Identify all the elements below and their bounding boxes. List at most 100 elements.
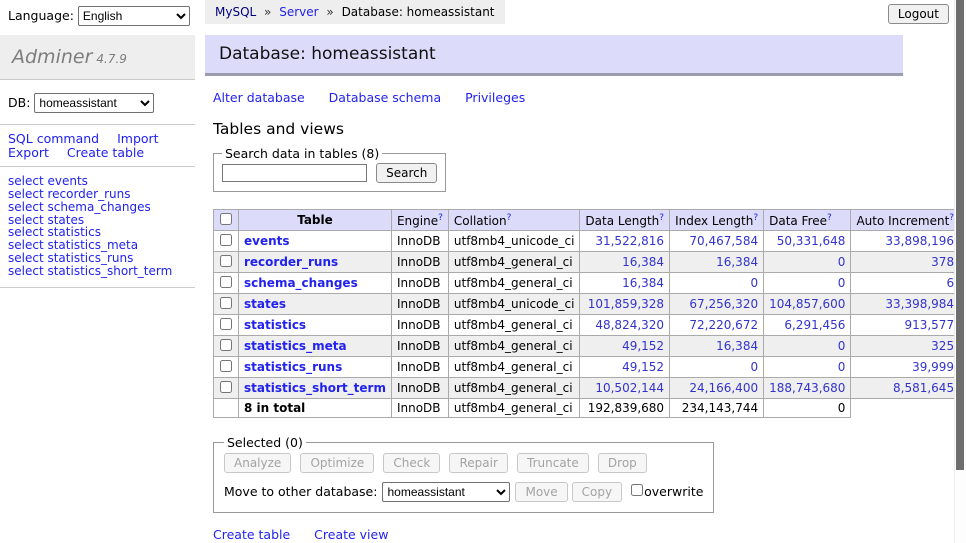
row-select-checkbox[interactable]: [220, 339, 232, 351]
data-length-cell: 10,502,144: [580, 378, 670, 399]
create-view-link[interactable]: Create view: [314, 527, 388, 542]
engine-cell: InnoDB: [391, 315, 448, 336]
privileges-link[interactable]: Privileges: [465, 90, 525, 105]
table-link-statistics[interactable]: statistics: [244, 318, 306, 332]
truncate-button[interactable]: Truncate: [517, 453, 589, 473]
engine-cell: InnoDB: [391, 231, 448, 252]
table-row: statistics_meta InnoDB utf8mb4_general_c…: [214, 336, 966, 357]
selected-legend: Selected (0): [224, 435, 306, 450]
check-button[interactable]: Check: [383, 453, 440, 473]
repair-button[interactable]: Repair: [449, 453, 507, 473]
row-select-checkbox[interactable]: [220, 318, 232, 330]
drop-button[interactable]: Drop: [598, 453, 647, 473]
index-length-cell: 16,384: [670, 252, 764, 273]
help-link-icon[interactable]: ?: [659, 213, 664, 223]
table-link-schema-changes[interactable]: schema_changes: [244, 276, 358, 290]
sidebar: Language: English Adminer4.7.9 DB: homea…: [0, 0, 195, 288]
sidebar-link-sql-command[interactable]: SQL command: [8, 132, 99, 145]
help-link-icon[interactable]: ?: [753, 213, 758, 223]
total-label: 8 in total: [239, 399, 392, 418]
alter-database-link[interactable]: Alter database: [213, 90, 305, 105]
data-free-cell: 0: [764, 336, 851, 357]
column-header-auto-increment: Auto Increment?: [851, 210, 960, 231]
row-select-checkbox[interactable]: [220, 360, 232, 372]
help-link-icon[interactable]: ?: [827, 213, 832, 223]
data-free-cell: 0: [764, 357, 851, 378]
data-length-cell: 49,152: [580, 336, 670, 357]
sidebar-link-export[interactable]: Export: [8, 146, 49, 159]
tables-and-views-heading: Tables and views: [213, 120, 954, 138]
table-link-states[interactable]: states: [244, 297, 286, 311]
column-header-table: Table: [239, 210, 392, 231]
collation-cell: utf8mb4_general_ci: [448, 252, 580, 273]
index-length-cell: 67,256,320: [670, 294, 764, 315]
table-link-recorder-runs[interactable]: recorder_runs: [244, 255, 338, 269]
engine-cell: InnoDB: [391, 336, 448, 357]
engine-cell: InnoDB: [391, 357, 448, 378]
help-link-icon[interactable]: ?: [438, 213, 443, 223]
database-schema-link[interactable]: Database schema: [329, 90, 441, 105]
column-header-index-length: Index Length?: [670, 210, 764, 231]
overwrite-checkbox[interactable]: [631, 484, 643, 496]
move-database-select[interactable]: homeassistant: [382, 482, 510, 502]
page-title: Database: homeassistant: [205, 35, 903, 76]
move-row: Move to other database: homeassistantMove…: [224, 482, 703, 502]
sidebar-actions: SQL command Import Export Create table: [0, 124, 195, 166]
tables-overview-table: Table Engine? Collation? Data Length? In…: [213, 209, 966, 418]
auto-increment-cell: 8,581,645: [851, 378, 960, 399]
auto-increment-cell: 33,898,196: [851, 231, 960, 252]
sidebar-link-create-table[interactable]: Create table: [67, 146, 144, 159]
row-select-checkbox[interactable]: [220, 381, 232, 393]
data-length-cell: 16,384: [580, 252, 670, 273]
table-link-events[interactable]: events: [244, 234, 290, 248]
search-input[interactable]: [222, 164, 367, 182]
data-free-cell: 6,291,456: [764, 315, 851, 336]
breadcrumb-link-mysql[interactable]: MySQL: [215, 5, 256, 19]
auto-increment-cell: 39,999: [851, 357, 960, 378]
table-row: schema_changes InnoDB utf8mb4_general_ci…: [214, 273, 966, 294]
collation-cell: utf8mb4_general_ci: [448, 357, 580, 378]
optimize-button[interactable]: Optimize: [300, 453, 374, 473]
db-select[interactable]: homeassistant: [34, 93, 154, 113]
move-button[interactable]: Move: [515, 482, 567, 502]
auto-increment-cell: 33,398,984: [851, 294, 960, 315]
header-checkbox-cell: [214, 210, 239, 231]
data-length-cell: 101,859,328: [580, 294, 670, 315]
data-length-cell: 48,824,320: [580, 315, 670, 336]
index-length-cell: 72,220,672: [670, 315, 764, 336]
row-select-checkbox[interactable]: [220, 297, 232, 309]
sidebar-link-import[interactable]: Import: [117, 132, 159, 145]
table-link-statistics-runs[interactable]: statistics_runs: [244, 360, 342, 374]
table-link-statistics-meta[interactable]: statistics_meta: [244, 339, 347, 353]
column-header-data-length: Data Length?: [580, 210, 670, 231]
copy-button[interactable]: Copy: [572, 482, 622, 502]
data-free-cell: 0: [764, 252, 851, 273]
row-select-checkbox[interactable]: [220, 276, 232, 288]
logout-button[interactable]: Logout: [888, 4, 949, 24]
select-all-checkbox[interactable]: [220, 213, 232, 225]
row-select-checkbox[interactable]: [220, 234, 232, 246]
help-link-icon[interactable]: ?: [507, 213, 512, 223]
create-table-link[interactable]: Create table: [213, 527, 290, 542]
auto-increment-cell: 325: [851, 336, 960, 357]
analyze-button[interactable]: Analyze: [224, 453, 291, 473]
sidebar-item-select-statistics-short-term[interactable]: select statistics_short_term: [8, 264, 172, 278]
index-length-cell: 70,467,584: [670, 231, 764, 252]
breadcrumb-link-server[interactable]: Server: [279, 5, 318, 19]
table-link-statistics-short-term[interactable]: statistics_short_term: [244, 381, 386, 395]
search-button[interactable]: Search: [376, 163, 437, 183]
collation-cell: utf8mb4_general_ci: [448, 378, 580, 399]
overwrite-label: overwrite: [644, 484, 703, 499]
app-name: Adminer: [12, 46, 92, 68]
breadcrumb-separator: »: [326, 5, 333, 19]
collation-cell: utf8mb4_general_ci: [448, 399, 580, 418]
table-header-row: Table Engine? Collation? Data Length? In…: [214, 210, 966, 231]
data-free-cell: 188,743,680: [764, 378, 851, 399]
scrollbar-thumb[interactable]: [956, 0, 964, 470]
row-select-checkbox[interactable]: [220, 255, 232, 267]
auto-increment-cell: 913,577: [851, 315, 960, 336]
engine-cell: InnoDB: [391, 294, 448, 315]
language-select[interactable]: English: [78, 6, 190, 26]
auto-increment-cell: 6: [851, 273, 960, 294]
move-label: Move to other database:: [224, 484, 377, 499]
